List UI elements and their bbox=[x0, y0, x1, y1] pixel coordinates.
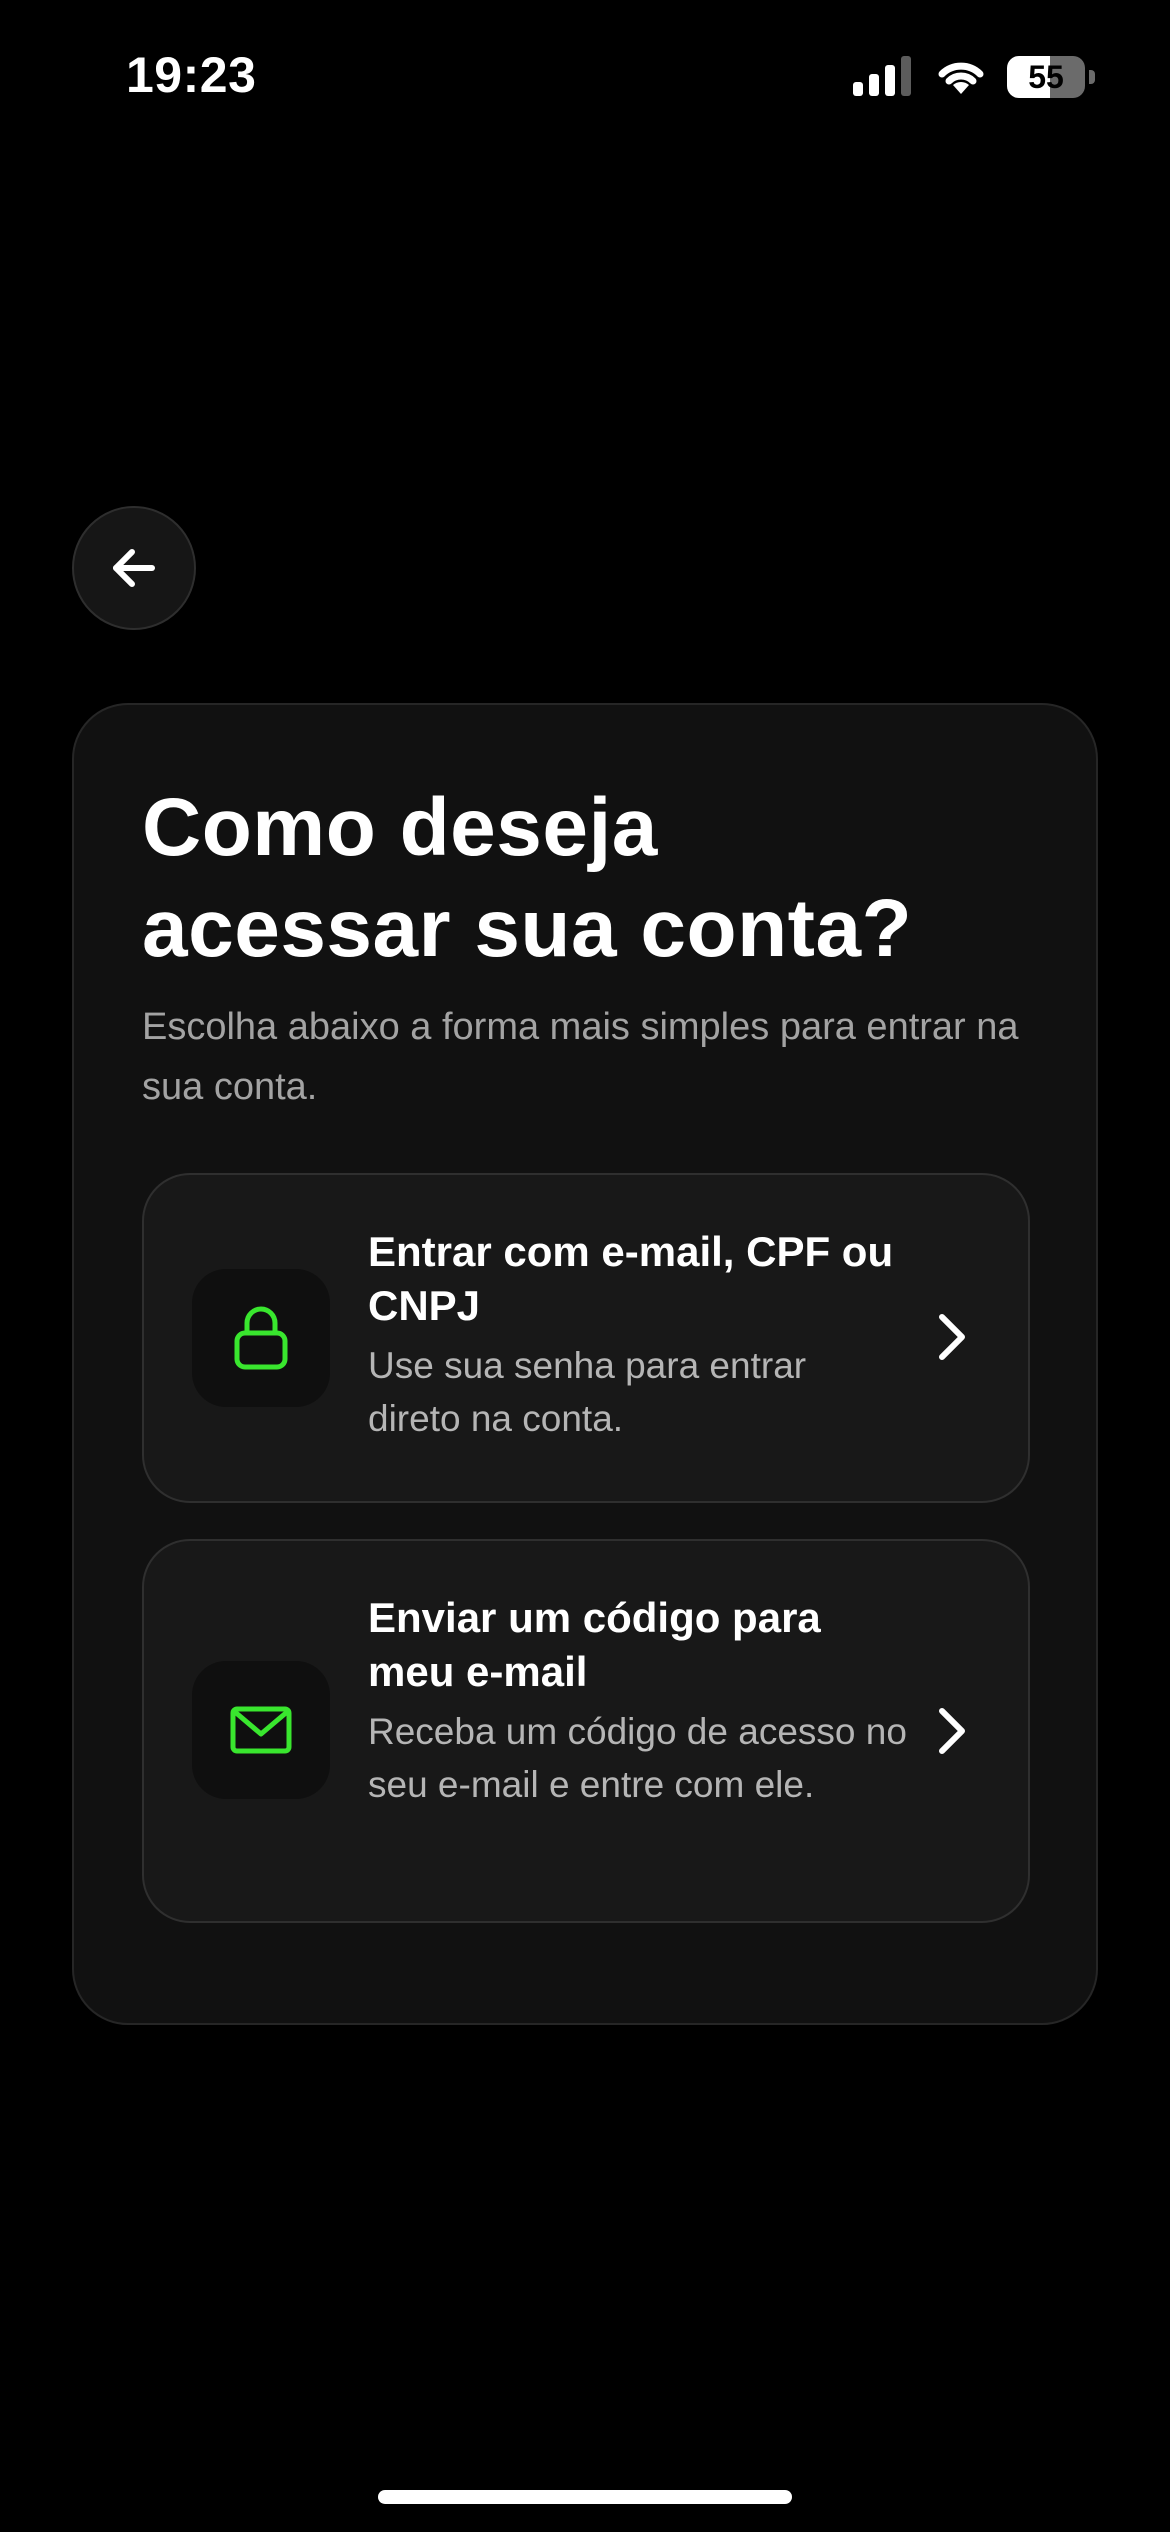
battery-body: 55 bbox=[1007, 56, 1085, 98]
chevron-right-icon bbox=[939, 1314, 965, 1360]
page-subtitle: Escolha abaixo a forma mais simples para… bbox=[142, 1006, 1019, 1108]
page-title: Como deseja acessar sua conta? bbox=[142, 782, 913, 974]
login-options-card: Como deseja acessar sua conta? Escolha a… bbox=[72, 703, 1098, 2025]
home-indicator[interactable] bbox=[378, 2490, 792, 2504]
option-text: Enviar um código para meu e-mail Receba … bbox=[368, 1591, 908, 1811]
status-bar: 19:23 55 bbox=[0, 0, 1170, 150]
back-button[interactable] bbox=[72, 506, 196, 630]
wifi-icon bbox=[938, 62, 984, 94]
battery-cap bbox=[1089, 70, 1095, 84]
mail-icon bbox=[230, 1706, 292, 1754]
battery-level: 55 bbox=[1028, 59, 1064, 95]
option-title: Entrar com e-mail, CPF ou CNPJ bbox=[368, 1228, 894, 1329]
login-password-option[interactable]: Entrar com e-mail, CPF ou CNPJ Use sua s… bbox=[142, 1173, 1030, 1503]
battery-icon: 55 bbox=[1007, 56, 1095, 98]
option-icon-container bbox=[192, 1269, 330, 1407]
option-text: Entrar com e-mail, CPF ou CNPJ Use sua s… bbox=[368, 1225, 908, 1445]
chevron-right-icon bbox=[939, 1708, 965, 1754]
option-icon-container bbox=[192, 1661, 330, 1799]
status-time: 19:23 bbox=[126, 47, 257, 103]
lock-icon bbox=[234, 1306, 288, 1370]
arrow-left-icon bbox=[113, 549, 155, 587]
option-description: Receba um código de acesso no seu e-mail… bbox=[368, 1711, 907, 1805]
option-title: Enviar um código para meu e-mail bbox=[368, 1594, 821, 1695]
signal-icon bbox=[853, 56, 911, 96]
login-email-code-option[interactable]: Enviar um código para meu e-mail Receba … bbox=[142, 1539, 1030, 1923]
option-description: Use sua senha para entrar direto na cont… bbox=[368, 1345, 807, 1439]
